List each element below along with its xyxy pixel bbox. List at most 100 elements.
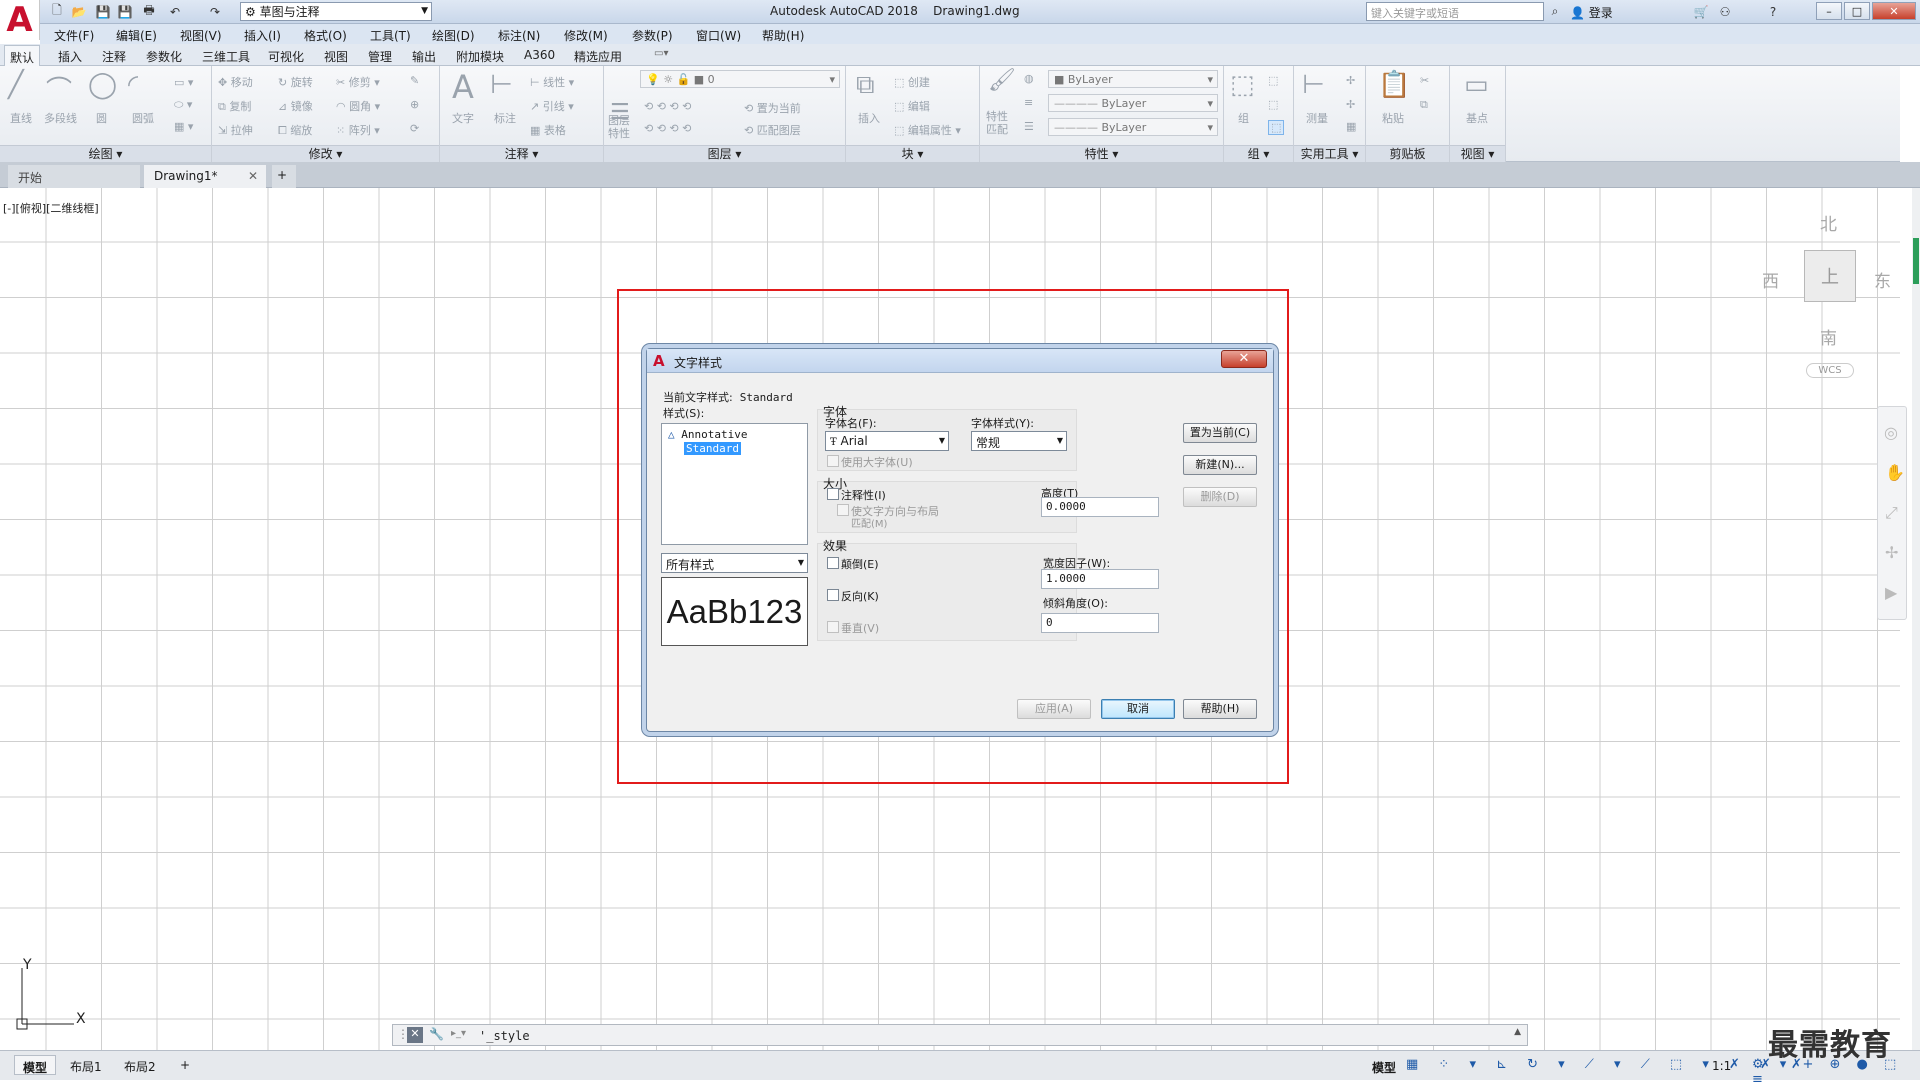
command-input[interactable]: '_style bbox=[479, 1029, 530, 1043]
open-icon[interactable]: 📂 bbox=[70, 3, 88, 20]
layout-tab-model[interactable]: 模型 bbox=[14, 1055, 57, 1075]
polyline-icon[interactable]: ⌒ bbox=[46, 70, 72, 107]
font-name-select[interactable]: Ŧ Arial ▼ bbox=[825, 431, 949, 451]
redo-icon[interactable]: ↷ bbox=[206, 3, 224, 20]
wcs-menu[interactable]: WCS bbox=[1806, 363, 1854, 378]
use-bigfont-checkbox[interactable] bbox=[827, 455, 839, 467]
showmotion-icon[interactable]: ▶ bbox=[1885, 583, 1897, 602]
panel-draw-label[interactable]: 绘图 ▾ bbox=[0, 145, 211, 162]
trim-tool[interactable]: 修剪 bbox=[349, 76, 371, 89]
viewcube-south[interactable]: 南 bbox=[1820, 324, 1837, 349]
circle-icon[interactable]: ◯ bbox=[88, 70, 117, 100]
group-tool[interactable]: 组 bbox=[1238, 110, 1249, 126]
command-line[interactable]: ⋮ ✕ 🔧 ▸_▾ '_style ▲ bbox=[392, 1024, 1528, 1046]
array-tool[interactable]: 阵列 bbox=[349, 124, 371, 137]
rectangle-icon[interactable]: ▭ ▾ bbox=[174, 76, 193, 89]
panel-clipboard-label[interactable]: 剪贴板 bbox=[1366, 145, 1449, 162]
panel-block-label[interactable]: 块 ▾ bbox=[846, 145, 979, 162]
fillet-tool[interactable]: 圆角 bbox=[349, 100, 371, 113]
color-wheel-icon[interactable]: ◍ bbox=[1024, 72, 1034, 85]
line-icon[interactable]: ╱ bbox=[8, 70, 24, 100]
chevron-up-icon[interactable]: ▲ bbox=[1514, 1027, 1521, 1037]
save-icon[interactable]: 💾 bbox=[94, 3, 112, 20]
tab-annotate[interactable]: 注释 bbox=[102, 48, 126, 65]
linetype-icon[interactable]: ≡ bbox=[1024, 96, 1033, 109]
plot-icon[interactable]: 🖶 bbox=[140, 3, 158, 20]
explode-icon[interactable]: ⊕ bbox=[410, 98, 419, 111]
delete-style-button[interactable]: 删除(D) bbox=[1183, 487, 1257, 507]
doc-tab-drawing1[interactable]: Drawing1* ✕ bbox=[144, 165, 266, 188]
match-layer-tool[interactable]: 匹配图层 bbox=[757, 124, 801, 137]
id-point-icon[interactable]: ✢ bbox=[1346, 98, 1355, 111]
tab-featured-apps[interactable]: 精选应用 bbox=[574, 48, 622, 65]
panel-utilities-label[interactable]: 实用工具 ▾ bbox=[1294, 145, 1365, 162]
menu-edit[interactable]: 编辑(E) bbox=[116, 27, 157, 44]
tab-visualize[interactable]: 可视化 bbox=[268, 48, 304, 65]
lineweight-select[interactable]: ———— ByLayer ▾ bbox=[1048, 118, 1218, 136]
layer-tools-row2[interactable]: ⟲ ⟲ ⟲ ⟲ bbox=[644, 122, 691, 135]
match-properties-icon[interactable]: 🖌 bbox=[988, 68, 1016, 93]
close-icon[interactable]: ✕ bbox=[407, 1027, 423, 1043]
offset-icon[interactable]: ⟳ bbox=[410, 122, 419, 135]
apply-button[interactable]: 应用(A) bbox=[1017, 699, 1091, 719]
menu-tools[interactable]: 工具(T) bbox=[370, 27, 411, 44]
tab-view[interactable]: 视图 bbox=[324, 48, 348, 65]
basepoint-tool[interactable]: 基点 bbox=[1466, 110, 1488, 126]
insert-block-icon[interactable]: ⧉ bbox=[856, 70, 875, 101]
layout-tab-1[interactable]: 布局1 bbox=[62, 1055, 110, 1075]
lineweight-icon[interactable]: ☰ bbox=[1024, 120, 1034, 133]
tab-3d-tools[interactable]: 三维工具 bbox=[202, 48, 250, 65]
menu-draw[interactable]: 绘图(D) bbox=[432, 27, 475, 44]
steering-wheel-icon[interactable]: ◎ bbox=[1884, 423, 1898, 442]
table-tool[interactable]: 表格 bbox=[544, 124, 566, 137]
menu-format[interactable]: 格式(O) bbox=[304, 27, 347, 44]
help-icon[interactable]: ? bbox=[1764, 3, 1782, 20]
tab-a360[interactable]: A360 bbox=[524, 48, 555, 62]
model-space-button[interactable]: 模型 bbox=[1372, 1059, 1396, 1076]
viewcube-west[interactable]: 西 bbox=[1762, 267, 1779, 292]
arc-icon[interactable]: ◜ bbox=[128, 70, 138, 100]
dialog-title-bar[interactable]: A 文字样式 ✕ bbox=[647, 349, 1273, 373]
minimize-button[interactable]: – bbox=[1816, 2, 1842, 20]
group-select-icon[interactable]: ⬚ bbox=[1268, 120, 1285, 135]
wrench-icon[interactable]: 🔧 bbox=[429, 1027, 444, 1041]
scroll-thumb[interactable] bbox=[1913, 238, 1919, 284]
ellipse-icon[interactable]: ⬭ ▾ bbox=[174, 98, 192, 112]
font-style-select[interactable]: 常规 ▼ bbox=[971, 431, 1067, 451]
panel-view-label[interactable]: 视图 ▾ bbox=[1450, 145, 1505, 162]
height-input[interactable]: 0.0000 bbox=[1041, 497, 1159, 517]
tab-manage[interactable]: 管理 bbox=[368, 48, 392, 65]
viewport-controls[interactable]: [-][俯视][二维线框] bbox=[3, 200, 99, 216]
layer-tools-row1[interactable]: ⟲ ⟲ ⟲ ⟲ bbox=[644, 100, 691, 113]
menu-insert[interactable]: 插入(I) bbox=[244, 27, 281, 44]
menu-dimension[interactable]: 标注(N) bbox=[498, 27, 540, 44]
maximize-button[interactable]: □ bbox=[1844, 2, 1870, 20]
upside-down-checkbox[interactable] bbox=[827, 557, 839, 569]
menu-help[interactable]: 帮助(H) bbox=[762, 27, 804, 44]
tab-output[interactable]: 输出 bbox=[412, 48, 436, 65]
annotation-scale[interactable]: 1:1 bbox=[1712, 1059, 1731, 1073]
doc-tab-start[interactable]: 开始 bbox=[8, 165, 140, 188]
measure-icon[interactable]: ⊢ bbox=[1302, 70, 1325, 100]
move-tool[interactable]: 移动 bbox=[231, 76, 253, 89]
group-edit-icon[interactable]: ⬚ bbox=[1268, 98, 1278, 111]
new-style-button[interactable]: 新建(N)... bbox=[1183, 455, 1257, 475]
cut-icon[interactable]: ✂ bbox=[1420, 74, 1429, 87]
width-factor-input[interactable]: 1.0000 bbox=[1041, 569, 1159, 589]
cart-icon[interactable]: 🛒 bbox=[1692, 3, 1710, 20]
text-icon[interactable]: A bbox=[452, 68, 474, 106]
add-layout-button[interactable]: + bbox=[172, 1055, 198, 1075]
create-block-tool[interactable]: 创建 bbox=[908, 76, 930, 89]
ribbon-minimize-icon[interactable]: ▭▾ bbox=[654, 48, 668, 59]
autocad-logo[interactable]: A bbox=[0, 0, 40, 40]
style-item-annotative[interactable]: △ Annotative bbox=[668, 428, 747, 441]
backwards-checkbox[interactable] bbox=[827, 589, 839, 601]
user-group-icon[interactable]: ⚇ bbox=[1716, 3, 1734, 20]
layout-tab-2[interactable]: 布局2 bbox=[116, 1055, 164, 1075]
panel-layers-label[interactable]: 图层 ▾ bbox=[604, 145, 845, 162]
paste-icon[interactable]: 📋 bbox=[1378, 70, 1410, 100]
dialog-close-button[interactable]: ✕ bbox=[1221, 350, 1267, 368]
close-window-button[interactable]: ✕ bbox=[1872, 2, 1916, 20]
menu-parametric[interactable]: 参数(P) bbox=[632, 27, 673, 44]
linear-tool[interactable]: 线性 bbox=[543, 76, 565, 89]
